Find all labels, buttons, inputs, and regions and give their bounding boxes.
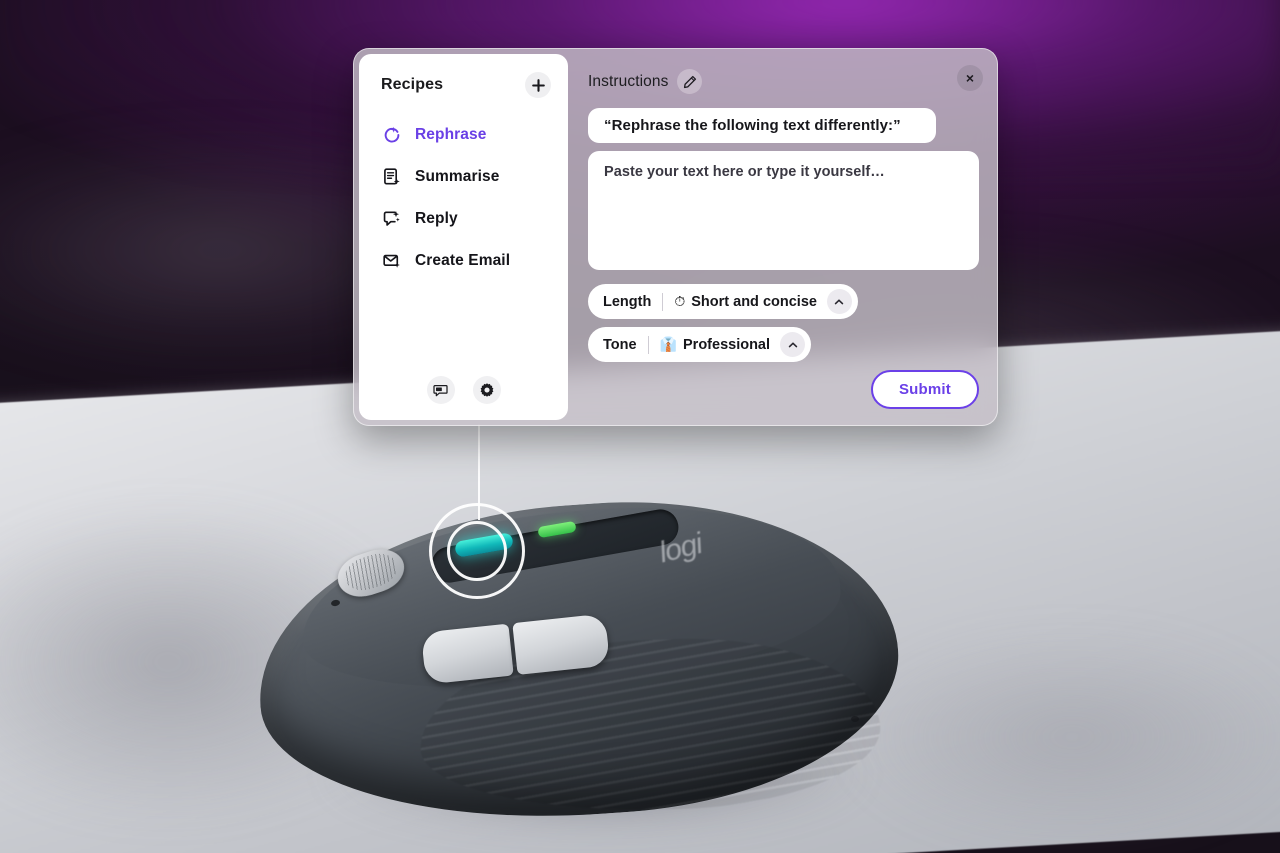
create-email-icon [381,250,403,272]
tone-value: Professional [683,336,771,353]
length-selector[interactable]: Length ⏱ Short and concise [588,284,858,319]
sidebar-header: Recipes [359,72,568,98]
plus-icon [531,78,545,92]
recipes-title: Recipes [381,76,444,93]
screenshot-root: logi Recipes Rephrase Summarise Reply Cr… [0,0,1280,853]
rephrase-icon [381,124,403,146]
tone-selector[interactable]: Tone 👔 Professional [588,327,812,362]
callout-ring-inner [447,521,507,581]
mouse-side-button-forward[interactable] [512,613,611,675]
chevron-up-icon [788,341,797,347]
feedback-icon [433,384,448,396]
length-selector-row: Length ⏱ Short and concise [588,284,979,319]
sidebar-item-label: Reply [415,210,458,227]
mouse-side-button-back[interactable] [420,623,514,685]
sidebar-item-label: Rephrase [415,126,487,143]
sidebar-item-reply[interactable]: Reply [369,200,558,238]
pencil-icon [683,75,697,88]
length-chevron-button[interactable] [826,289,852,314]
mouse-rear-dot [851,716,859,722]
sidebar-item-create-email[interactable]: Create Email [369,242,558,280]
smart-actions-panel: Recipes Rephrase Summarise Reply Create … [353,48,998,426]
submit-button[interactable]: Submit [870,370,979,409]
prompt-field[interactable]: “Rephrase the following text differently… [588,108,936,143]
length-value: Short and concise [691,293,817,310]
sidebar-item-label: Create Email [415,252,511,269]
chevron-up-icon [835,298,844,304]
close-button[interactable]: × [957,65,983,91]
reply-icon [381,208,403,230]
stopwatch-icon: ⏱ [674,293,686,309]
text-input[interactable] [588,151,979,270]
feedback-button[interactable] [426,376,455,404]
tone-label: Tone [603,336,637,353]
summarise-icon [381,166,403,188]
tone-selector-row: Tone 👔 Professional [588,327,979,362]
settings-button[interactable] [472,376,501,404]
sidebar-item-summarise[interactable]: Summarise [369,158,558,196]
submit-row: Submit [588,370,979,409]
sidebar-item-rephrase[interactable]: Rephrase [369,116,558,154]
length-label: Length [603,293,652,310]
edit-instructions-button[interactable] [677,69,703,94]
necktie-icon: 👔 [659,336,677,352]
tone-chevron-button[interactable] [780,332,806,357]
instructions-content: Instructions × “Rephrase the following t… [568,49,997,425]
recipes-list: Rephrase Summarise Reply Create Email [359,116,568,280]
sidebar-item-label: Summarise [415,168,500,185]
add-recipe-button[interactable] [525,72,551,98]
instructions-header: Instructions [588,69,979,94]
recipes-sidebar: Recipes Rephrase Summarise Reply Create … [359,54,568,420]
gear-icon [480,383,493,397]
instructions-title: Instructions [588,72,669,90]
sidebar-footer [359,376,568,404]
